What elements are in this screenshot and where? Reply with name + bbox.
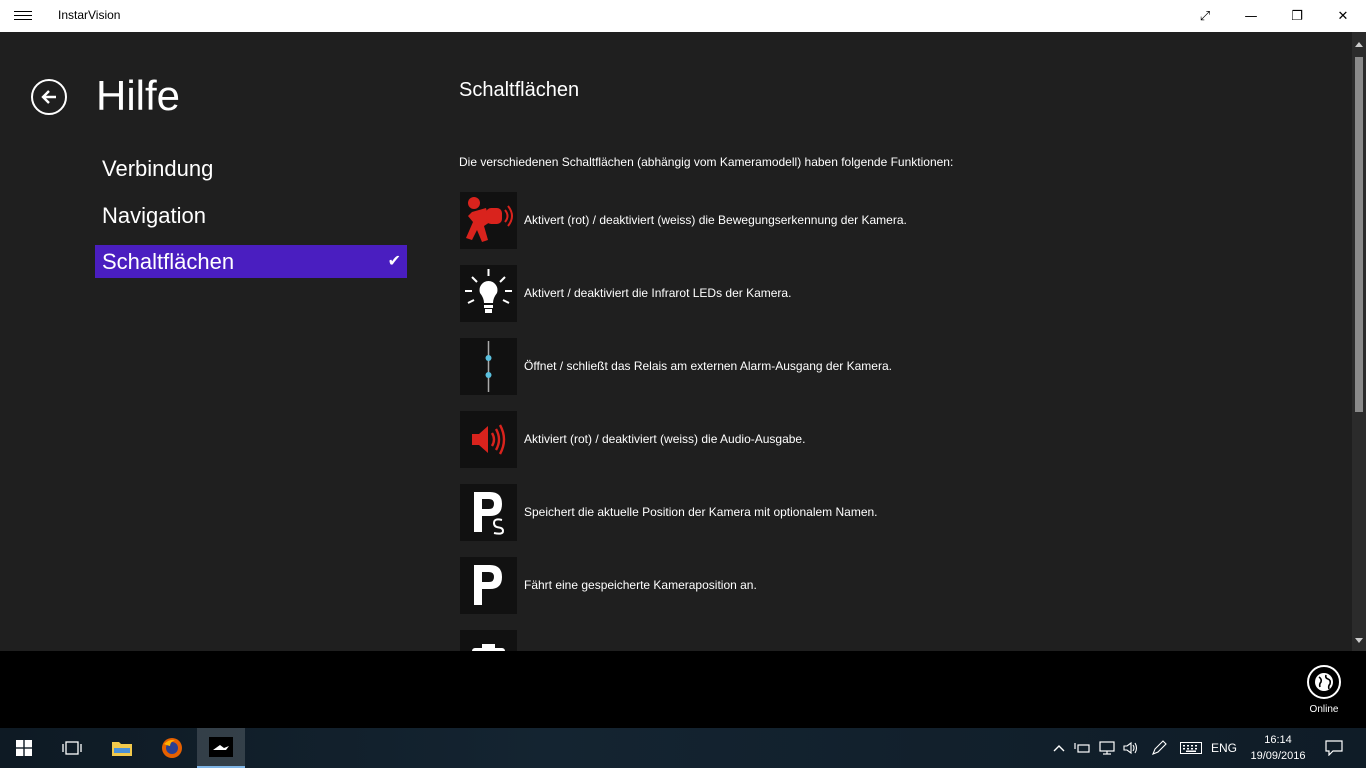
folder-icon [112,742,132,756]
nav-item-verbindung[interactable]: Verbindung [95,152,407,185]
help-row-text: Speichert die aktuelle Position der Kame… [524,505,878,519]
nav-item-schaltflaechen[interactable]: Schaltflächen ✔ [95,245,407,278]
task-view-button[interactable] [48,728,96,768]
power-tray-button[interactable] [1072,728,1092,768]
help-row-text: Aktiviert (rot) / deaktiviert (weiss) di… [524,432,806,446]
back-arrow-icon [41,90,56,104]
title-bar: InstarVision ⤢ — ❐ ✕ [0,0,1366,32]
scrollbar-thumb[interactable] [1355,57,1363,412]
relay-icon [460,337,517,395]
instarvision-app-icon [209,737,233,757]
help-row: Aktivert / deaktiviert die Infrarot LEDs… [460,264,791,322]
page-title: Hilfe [96,72,181,119]
help-row-text: Aktivert (rot) / deaktiviert (weiss) die… [524,213,907,227]
fullscreen-button[interactable]: ⤢ [1182,0,1228,32]
motion-detection-icon [460,191,517,249]
intro-text: Die verschiedenen Schaltflächen (abhängi… [459,155,954,169]
help-row: Öffnet / schließt das Relais am externen… [460,337,892,395]
section-title: Schaltflächen [459,79,580,101]
checkmark-icon: ✔ [387,253,401,270]
app-bar: Online [0,651,1366,728]
nav-item-label: Navigation [102,203,206,228]
action-center-button[interactable] [1318,728,1350,768]
camera-snapshot-icon [460,629,517,651]
audio-output-icon [460,410,517,468]
file-explorer-taskbar-button[interactable] [98,728,146,768]
help-row: Aktiviert (rot) / deaktiviert (weiss) di… [460,410,805,468]
speaker-icon [1123,741,1138,755]
help-row-text: Öffnet / schließt das Relais am externen… [524,359,892,373]
clock[interactable]: 16:14 19/09/2016 [1246,732,1310,764]
help-row: Aktivert (rot) / deaktiviert (weiss) die… [460,191,907,249]
firefox-taskbar-button[interactable] [148,728,196,768]
globe-icon [1315,673,1333,691]
pen-icon [1152,740,1167,755]
firefox-icon [162,738,182,758]
clock-date: 19/09/2016 [1250,750,1306,762]
scroll-up-icon[interactable] [1355,42,1363,47]
windows-logo-icon [16,740,32,756]
scroll-down-icon[interactable] [1355,638,1363,643]
help-row-text: Aktivert / deaktiviert die Infrarot LEDs… [524,286,792,300]
network-icon [1099,741,1115,755]
back-button[interactable] [31,79,67,115]
infrared-led-icon [460,264,517,322]
keyboard-icon [1180,742,1202,754]
restore-button[interactable]: ❐ [1274,0,1320,32]
chevron-up-icon [1053,745,1065,752]
task-view-icon [62,741,82,755]
save-position-icon [460,483,517,541]
nav-item-label: Verbindung [102,156,214,181]
battery-plug-icon [1074,743,1090,753]
help-row [460,629,517,651]
instarvision-taskbar-button[interactable] [197,728,245,768]
start-button[interactable] [0,728,48,768]
notification-icon [1325,740,1343,756]
input-language-button[interactable]: ENG [1208,728,1240,768]
help-row: Speichert die aktuelle Position der Kame… [460,483,878,541]
vertical-scrollbar[interactable] [1352,32,1366,651]
goto-position-icon [460,556,517,614]
hamburger-menu-icon[interactable] [14,8,32,24]
pen-workspace-button[interactable] [1149,728,1169,768]
close-button[interactable]: ✕ [1320,0,1366,32]
online-label: Online [1309,704,1339,715]
taskbar: ENG 16:14 19/09/2016 [0,728,1366,768]
volume-tray-button[interactable] [1121,728,1141,768]
show-hidden-icons-button[interactable] [1050,728,1068,768]
online-button[interactable] [1307,665,1341,699]
app-content: Hilfe Verbindung Navigation Schaltfläche… [0,32,1366,651]
help-row: Fährt eine gespeicherte Kameraposition a… [460,556,757,614]
nav-item-label: Schaltflächen [102,249,235,274]
touch-keyboard-button[interactable] [1178,728,1204,768]
nav-item-navigation[interactable]: Navigation [95,199,407,232]
clock-time: 16:14 [1264,734,1292,746]
network-tray-button[interactable] [1096,728,1118,768]
app-title: InstarVision [58,8,121,22]
minimize-button[interactable]: — [1228,0,1274,32]
help-row-text: Fährt eine gespeicherte Kameraposition a… [524,578,757,592]
